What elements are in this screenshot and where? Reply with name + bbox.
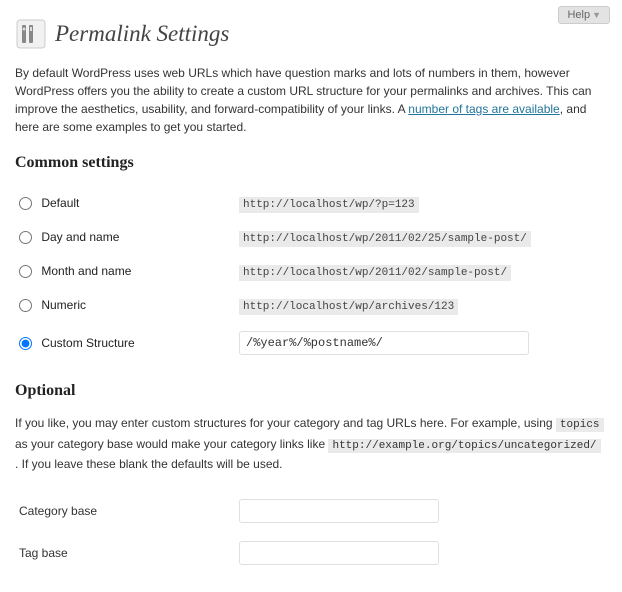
option-default-label: Default xyxy=(41,196,79,210)
radio-day[interactable] xyxy=(19,231,32,244)
option-custom-label: Custom Structure xyxy=(41,336,134,350)
opt-code2: http://example.org/topics/uncategorized/ xyxy=(328,439,600,453)
option-month[interactable]: Month and name xyxy=(19,264,131,278)
radio-custom[interactable] xyxy=(19,337,32,350)
page-header: Permalink Settings xyxy=(15,18,607,50)
example-day: http://localhost/wp/2011/02/25/sample-po… xyxy=(239,231,531,247)
intro-paragraph: By default WordPress uses web URLs which… xyxy=(15,64,607,136)
radio-month[interactable] xyxy=(19,265,32,278)
example-numeric: http://localhost/wp/archives/123 xyxy=(239,299,458,315)
chevron-down-icon: ▼ xyxy=(592,10,601,20)
page-title: Permalink Settings xyxy=(55,21,229,47)
option-custom[interactable]: Custom Structure xyxy=(19,336,135,350)
category-base-input[interactable] xyxy=(239,499,439,523)
category-base-label: Category base xyxy=(15,490,235,532)
opt-p3: . If you leave these blank the defaults … xyxy=(15,457,283,471)
permalink-options-table: Default http://localhost/wp/?p=123 Day a… xyxy=(15,186,607,364)
radio-numeric[interactable] xyxy=(19,299,32,312)
tags-available-link[interactable]: number of tags are available xyxy=(408,102,559,116)
option-numeric[interactable]: Numeric xyxy=(19,298,86,312)
custom-structure-input[interactable] xyxy=(239,331,529,355)
example-month: http://localhost/wp/2011/02/sample-post/ xyxy=(239,265,511,281)
option-numeric-label: Numeric xyxy=(41,298,86,312)
tag-base-label: Tag base xyxy=(15,532,235,574)
optional-heading: Optional xyxy=(15,382,607,400)
example-default: http://localhost/wp/?p=123 xyxy=(239,197,419,213)
option-month-label: Month and name xyxy=(41,264,131,278)
option-day[interactable]: Day and name xyxy=(19,230,119,244)
opt-code1: topics xyxy=(556,418,604,432)
option-day-label: Day and name xyxy=(41,230,119,244)
opt-p1: If you like, you may enter custom struct… xyxy=(15,416,556,430)
tag-base-input[interactable] xyxy=(239,541,439,565)
help-label: Help xyxy=(567,9,590,21)
permalink-icon xyxy=(15,18,47,50)
common-settings-heading: Common settings xyxy=(15,154,607,172)
radio-default[interactable] xyxy=(19,197,32,210)
opt-p2: as your category base would make your ca… xyxy=(15,437,328,451)
optional-fields-table: Category base Tag base xyxy=(15,490,607,574)
help-button[interactable]: Help▼ xyxy=(558,6,610,24)
option-default[interactable]: Default xyxy=(19,196,79,210)
optional-paragraph: If you like, you may enter custom struct… xyxy=(15,414,607,474)
